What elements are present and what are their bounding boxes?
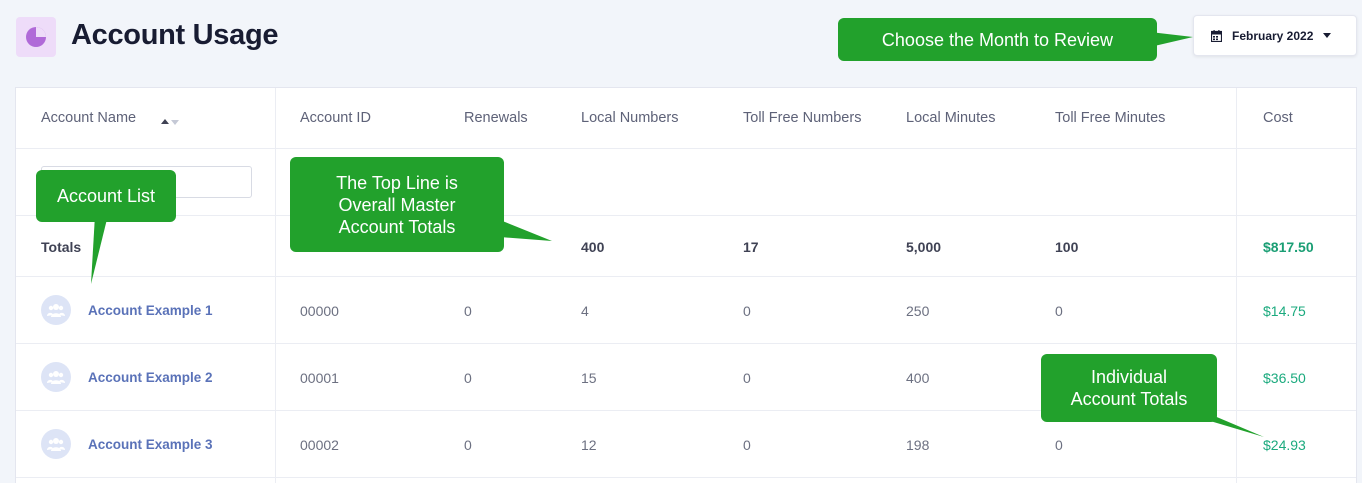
month-label: February 2022 (1232, 28, 1314, 43)
header-account-id[interactable]: Account ID (300, 110, 371, 126)
account-link[interactable]: Account Example 1 (88, 303, 213, 318)
header-toll-free-minutes[interactable]: Toll Free Minutes (1055, 110, 1165, 126)
month-select-button[interactable]: February 2022 (1193, 15, 1357, 56)
row-divider (16, 477, 1356, 478)
cost: $36.50 (1263, 370, 1306, 386)
local-numbers: 15 (581, 370, 597, 386)
caret-down-icon (1323, 33, 1332, 38)
totals-toll-free-numbers: 17 (743, 239, 759, 255)
totals-local-minutes: 5,000 (906, 239, 942, 255)
row-divider (16, 276, 1356, 277)
header-local-minutes[interactable]: Local Minutes (906, 110, 995, 126)
pie-chart-icon (16, 17, 56, 57)
calendar-icon (1211, 29, 1222, 42)
local-numbers: 12 (581, 437, 597, 453)
local-numbers: 4 (581, 303, 589, 319)
toll-free-minutes: 0 (1055, 437, 1063, 453)
user-group-icon (41, 362, 71, 392)
individual-callout: Individual Account Totals (1041, 354, 1217, 422)
toll-free-numbers: 0 (743, 303, 751, 319)
renewals: 0 (464, 437, 472, 453)
user-group-icon (41, 295, 71, 325)
month-callout-text: Choose the Month to Review (881, 29, 1114, 50)
header-account-name[interactable]: Account Name (41, 110, 136, 126)
totals-label: Totals (41, 239, 82, 255)
toll-free-minutes: 0 (1055, 303, 1063, 319)
header-local-numbers[interactable]: Local Numbers (581, 110, 679, 126)
account-list-callout: Account List (36, 170, 176, 222)
sort-icon[interactable] (161, 113, 181, 131)
totals-cost: $817.50 (1263, 239, 1314, 255)
top-line-callout-line: Account Totals (338, 216, 456, 237)
account-id: 00001 (300, 370, 339, 386)
top-line-callout-line: The Top Line is (336, 172, 458, 193)
totals-local-numbers: 400 (581, 239, 605, 255)
cost: $24.93 (1263, 437, 1306, 453)
header-toll-free-numbers[interactable]: Toll Free Numbers (743, 110, 861, 126)
top-line-callout: The Top Line is Overall Master Account T… (290, 157, 504, 252)
toll-free-numbers: 0 (743, 370, 751, 386)
user-group-icon (41, 429, 71, 459)
account-id: 00000 (300, 303, 339, 319)
local-minutes: 250 (906, 303, 930, 319)
header-renewals[interactable]: Renewals (464, 110, 528, 126)
row-divider (16, 148, 1356, 149)
local-minutes: 400 (906, 370, 930, 386)
header-cost[interactable]: Cost (1263, 110, 1293, 126)
local-minutes: 198 (906, 437, 930, 453)
account-link[interactable]: Account Example 2 (88, 370, 213, 385)
cost: $14.75 (1263, 303, 1306, 319)
totals-toll-free-minutes: 100 (1055, 239, 1079, 255)
renewals: 0 (464, 303, 472, 319)
top-line-callout-line: Overall Master (338, 194, 456, 215)
row-divider (16, 215, 1356, 216)
page-title: Account Usage (71, 19, 279, 51)
toll-free-numbers: 0 (743, 437, 751, 453)
month-callout: Choose the Month to Review (838, 18, 1157, 61)
individual-callout-line: Account Totals (1070, 389, 1188, 409)
account-id: 00002 (300, 437, 339, 453)
row-divider (16, 343, 1356, 344)
renewals: 0 (464, 370, 472, 386)
usage-table: Account Name Account ID Renewals Local N… (15, 87, 1357, 483)
account-link[interactable]: Account Example 3 (88, 437, 213, 452)
account-list-callout-text: Account List (56, 186, 156, 206)
individual-callout-line: Individual (1090, 367, 1168, 387)
